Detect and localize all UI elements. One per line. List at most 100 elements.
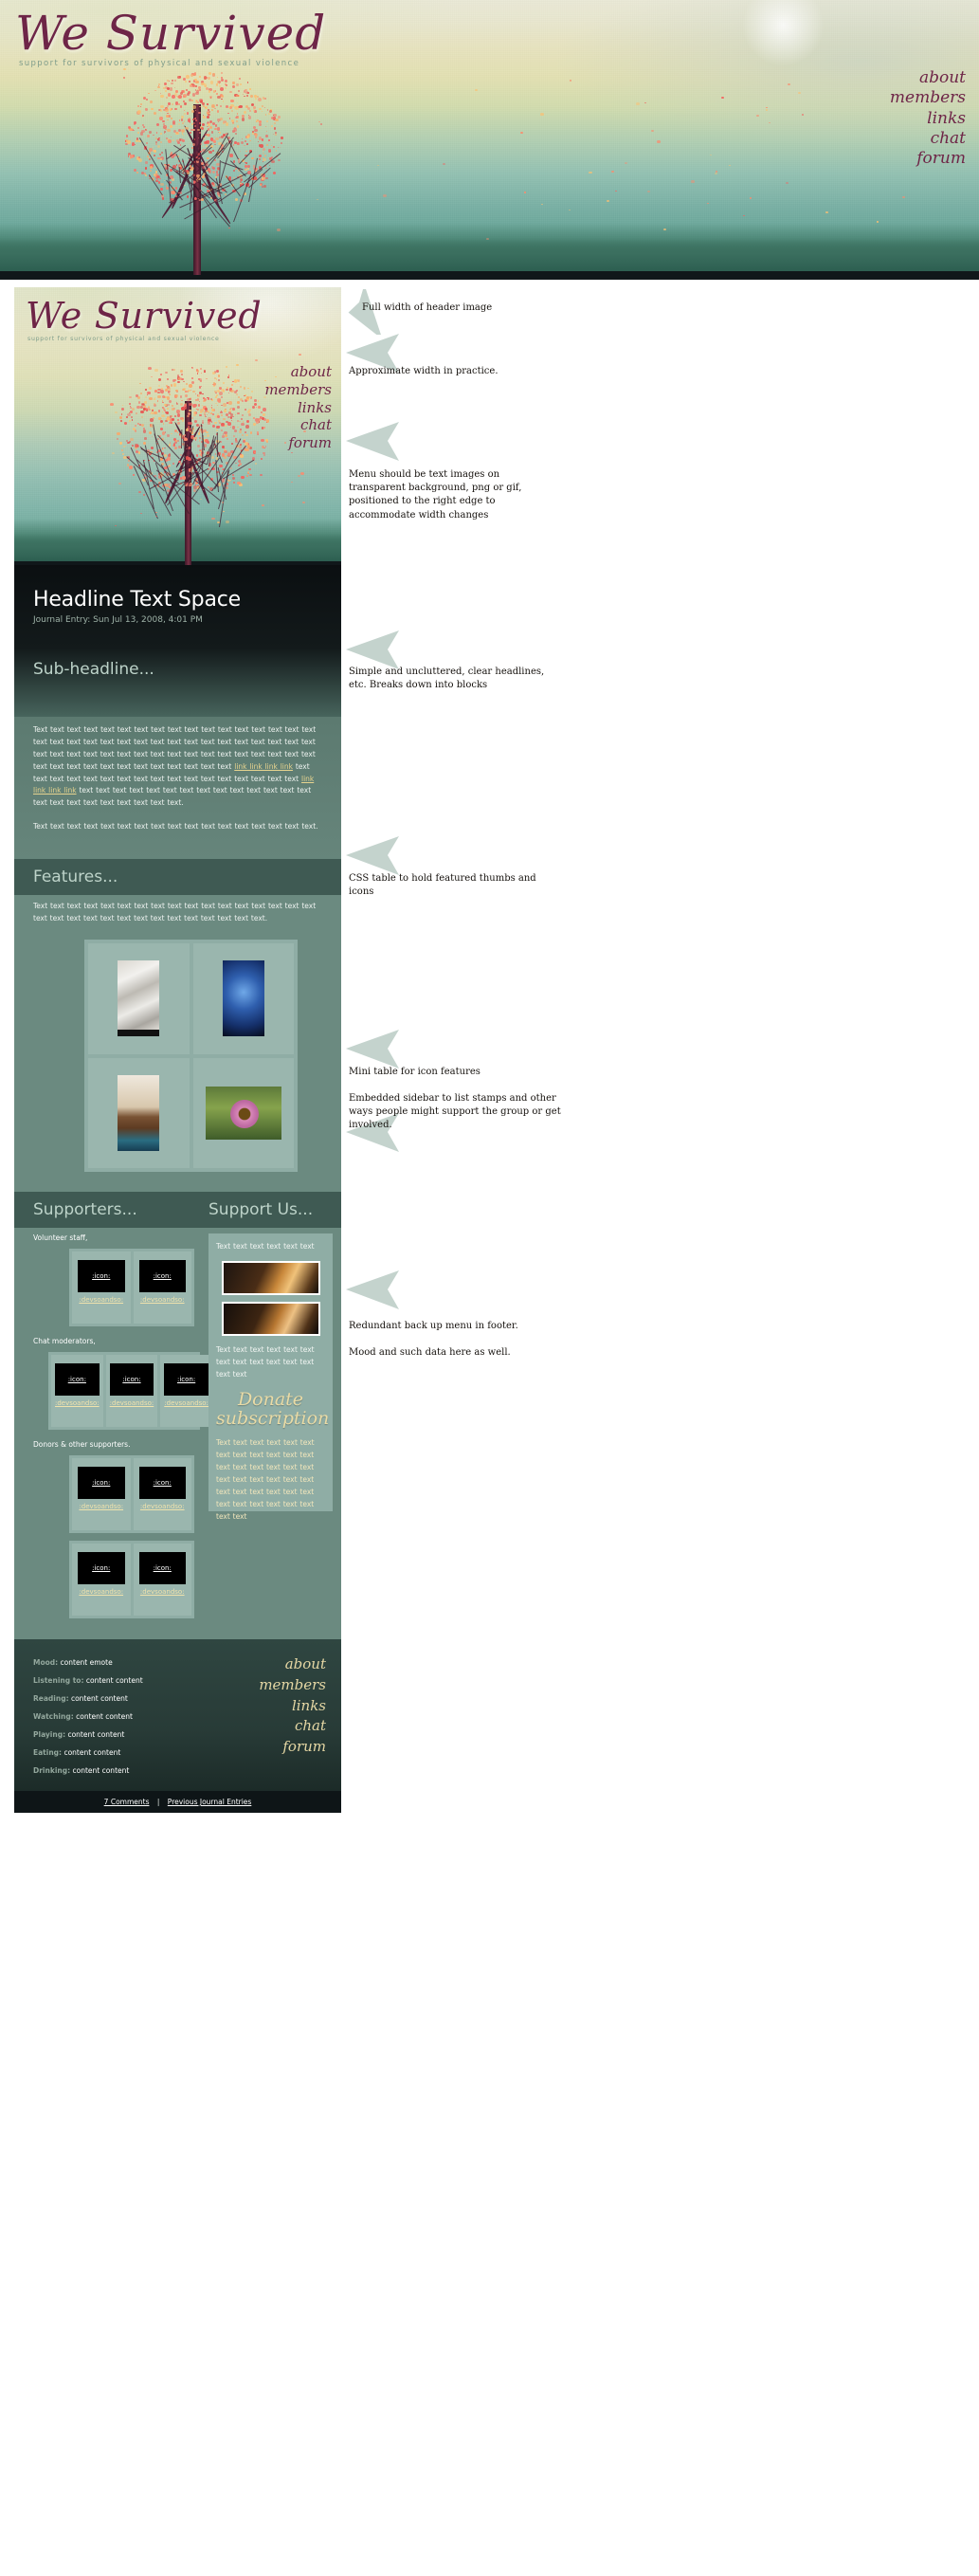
donate-heading[interactable]: Donate subscription: [216, 1390, 329, 1429]
supporter-cell[interactable]: :icon: :devsoandso:: [105, 1355, 158, 1427]
hero-nav-item-chat[interactable]: chat: [890, 129, 966, 149]
supporter-name[interactable]: :devsoandso:: [139, 1588, 187, 1596]
tree-twig: [180, 429, 183, 448]
supporter-name[interactable]: :devsoandso:: [139, 1503, 187, 1510]
feature-thumb-cell[interactable]: [88, 943, 190, 1054]
supporter-name[interactable]: :devsoandso:: [78, 1503, 125, 1510]
tree-blossom: [203, 83, 208, 87]
tree-blossom: [228, 410, 231, 412]
tree-blossom: [240, 418, 243, 421]
mockup-nav-item-members[interactable]: members: [264, 381, 332, 399]
tree-blossom: [135, 450, 138, 454]
tree-blossom: [275, 133, 278, 136]
tree-blossom: [224, 80, 227, 83]
tree-blossom: [176, 421, 180, 426]
supporter-icon[interactable]: :icon:: [164, 1363, 208, 1396]
tree-blossom: [210, 456, 214, 460]
tree-blossom: [244, 88, 247, 92]
tree-blossom: [136, 137, 138, 140]
stamp-2[interactable]: [221, 1301, 320, 1336]
tree-blossom: [194, 399, 198, 402]
footer-nav-item-members[interactable]: members: [259, 1675, 326, 1696]
supporter-cell[interactable]: :icon: :devsoandso:: [133, 1544, 191, 1616]
supporter-cell[interactable]: :icon: :devsoandso:: [51, 1355, 103, 1427]
tree-blossom: [237, 464, 240, 466]
tree-blossom: [178, 123, 181, 125]
feature-thumb-cell[interactable]: [192, 1057, 294, 1168]
supporter-name[interactable]: :devsoandso:: [164, 1399, 208, 1407]
footer-action-bar: 7 Comments | Previous Journal Entries: [14, 1791, 341, 1813]
tree-blossom: [232, 415, 234, 418]
tree-blossom: [136, 406, 140, 410]
tree-blossom: [228, 106, 230, 109]
tree-blossom: [139, 105, 142, 108]
hero-nav-item-about[interactable]: about: [890, 68, 966, 88]
tree-blossom: [208, 111, 210, 113]
supporter-name[interactable]: :devsoandso:: [55, 1399, 100, 1407]
supporter-name[interactable]: :devsoandso:: [139, 1296, 187, 1304]
supporter-icon[interactable]: :icon:: [109, 1363, 154, 1396]
supporter-icon[interactable]: :icon:: [138, 1467, 186, 1499]
tree-blossom: [240, 140, 244, 144]
supporter-cell[interactable]: :icon: :devsoandso:: [72, 1251, 131, 1324]
tree-blossom: [244, 394, 245, 397]
tree-blossom: [156, 174, 160, 179]
mockup-nav-item-about[interactable]: about: [264, 363, 332, 381]
tree-blossom: [177, 75, 181, 80]
footer-nav-item-links[interactable]: links: [259, 1696, 326, 1717]
tree-blossom: [243, 110, 247, 115]
tree-blossom: [160, 94, 164, 98]
tree-blossom: [149, 100, 153, 103]
supporter-icon[interactable]: :icon:: [78, 1260, 125, 1292]
tree-blossom: [253, 402, 257, 406]
supporter-icon[interactable]: :icon:: [138, 1260, 186, 1292]
supporter-cell[interactable]: :icon: :devsoandso:: [133, 1251, 191, 1324]
supporter-name[interactable]: :devsoandso:: [110, 1399, 154, 1407]
supporter-icon[interactable]: :icon:: [55, 1363, 100, 1396]
supporter-icon[interactable]: :icon:: [138, 1552, 186, 1584]
supporter-cell[interactable]: :icon: :devsoandso:: [72, 1544, 131, 1616]
supporter-icon[interactable]: :icon:: [78, 1467, 125, 1499]
supporter-name[interactable]: :devsoandso:: [78, 1588, 125, 1596]
mockup-nav-item-forum[interactable]: forum: [264, 434, 332, 452]
annotation-arrow-8: [344, 1269, 401, 1311]
feature-thumb-cell[interactable]: [192, 943, 294, 1054]
supporter-cell[interactable]: :icon: :devsoandso:: [72, 1458, 131, 1530]
footer-nav-item-about[interactable]: about: [259, 1654, 326, 1675]
page-footer: Mood: content emote Listening to: conten…: [14, 1639, 341, 1791]
mockup-nav-item-chat[interactable]: chat: [264, 416, 332, 434]
tree-blossom: [207, 103, 208, 105]
supporter-icon[interactable]: :icon:: [78, 1552, 125, 1584]
inline-link-1[interactable]: link link link link: [234, 762, 293, 771]
mockup-nav[interactable]: about members links chat forum: [264, 363, 332, 452]
tree-blossom: [182, 476, 186, 480]
previous-entries-link[interactable]: Previous Journal Entries: [168, 1798, 252, 1806]
hero-nav-item-forum[interactable]: forum: [890, 149, 966, 169]
footer-nav-item-forum[interactable]: forum: [259, 1737, 326, 1758]
tree-blossom: [246, 135, 250, 138]
hero-nav-item-members[interactable]: members: [890, 88, 966, 108]
tree-blossom: [235, 390, 238, 393]
comments-link[interactable]: 7 Comments: [104, 1798, 150, 1806]
tree-blossom: [157, 83, 160, 86]
footer-nav-item-chat[interactable]: chat: [259, 1716, 326, 1737]
mockup-nav-item-links[interactable]: links: [264, 399, 332, 417]
supporter-cell[interactable]: :icon: :devsoandso:: [133, 1458, 191, 1530]
tree-blossom: [129, 402, 132, 405]
supporter-cell[interactable]: :icon: :devsoandso:: [160, 1355, 212, 1427]
tree-blossom: [136, 423, 139, 426]
tree-blossom: [160, 188, 163, 191]
tree-blossom: [163, 82, 167, 85]
annotation-7: Embedded sidebar to list stamps and othe…: [349, 1093, 561, 1131]
tree-blossom: [148, 386, 152, 390]
feature-thumb-cell[interactable]: [88, 1057, 190, 1168]
hero-nav-item-links[interactable]: links: [890, 109, 966, 129]
footer-separator: |: [156, 1798, 160, 1806]
supporter-name[interactable]: :devsoandso:: [78, 1296, 125, 1304]
stamp-1[interactable]: [221, 1260, 320, 1295]
tree-blossom: [196, 394, 199, 396]
hero-nav[interactable]: about members links chat forum: [890, 68, 966, 169]
tree-blossom: [124, 445, 127, 448]
tree-blossom: [201, 373, 203, 375]
footer-nav[interactable]: about members links chat forum: [259, 1654, 326, 1758]
